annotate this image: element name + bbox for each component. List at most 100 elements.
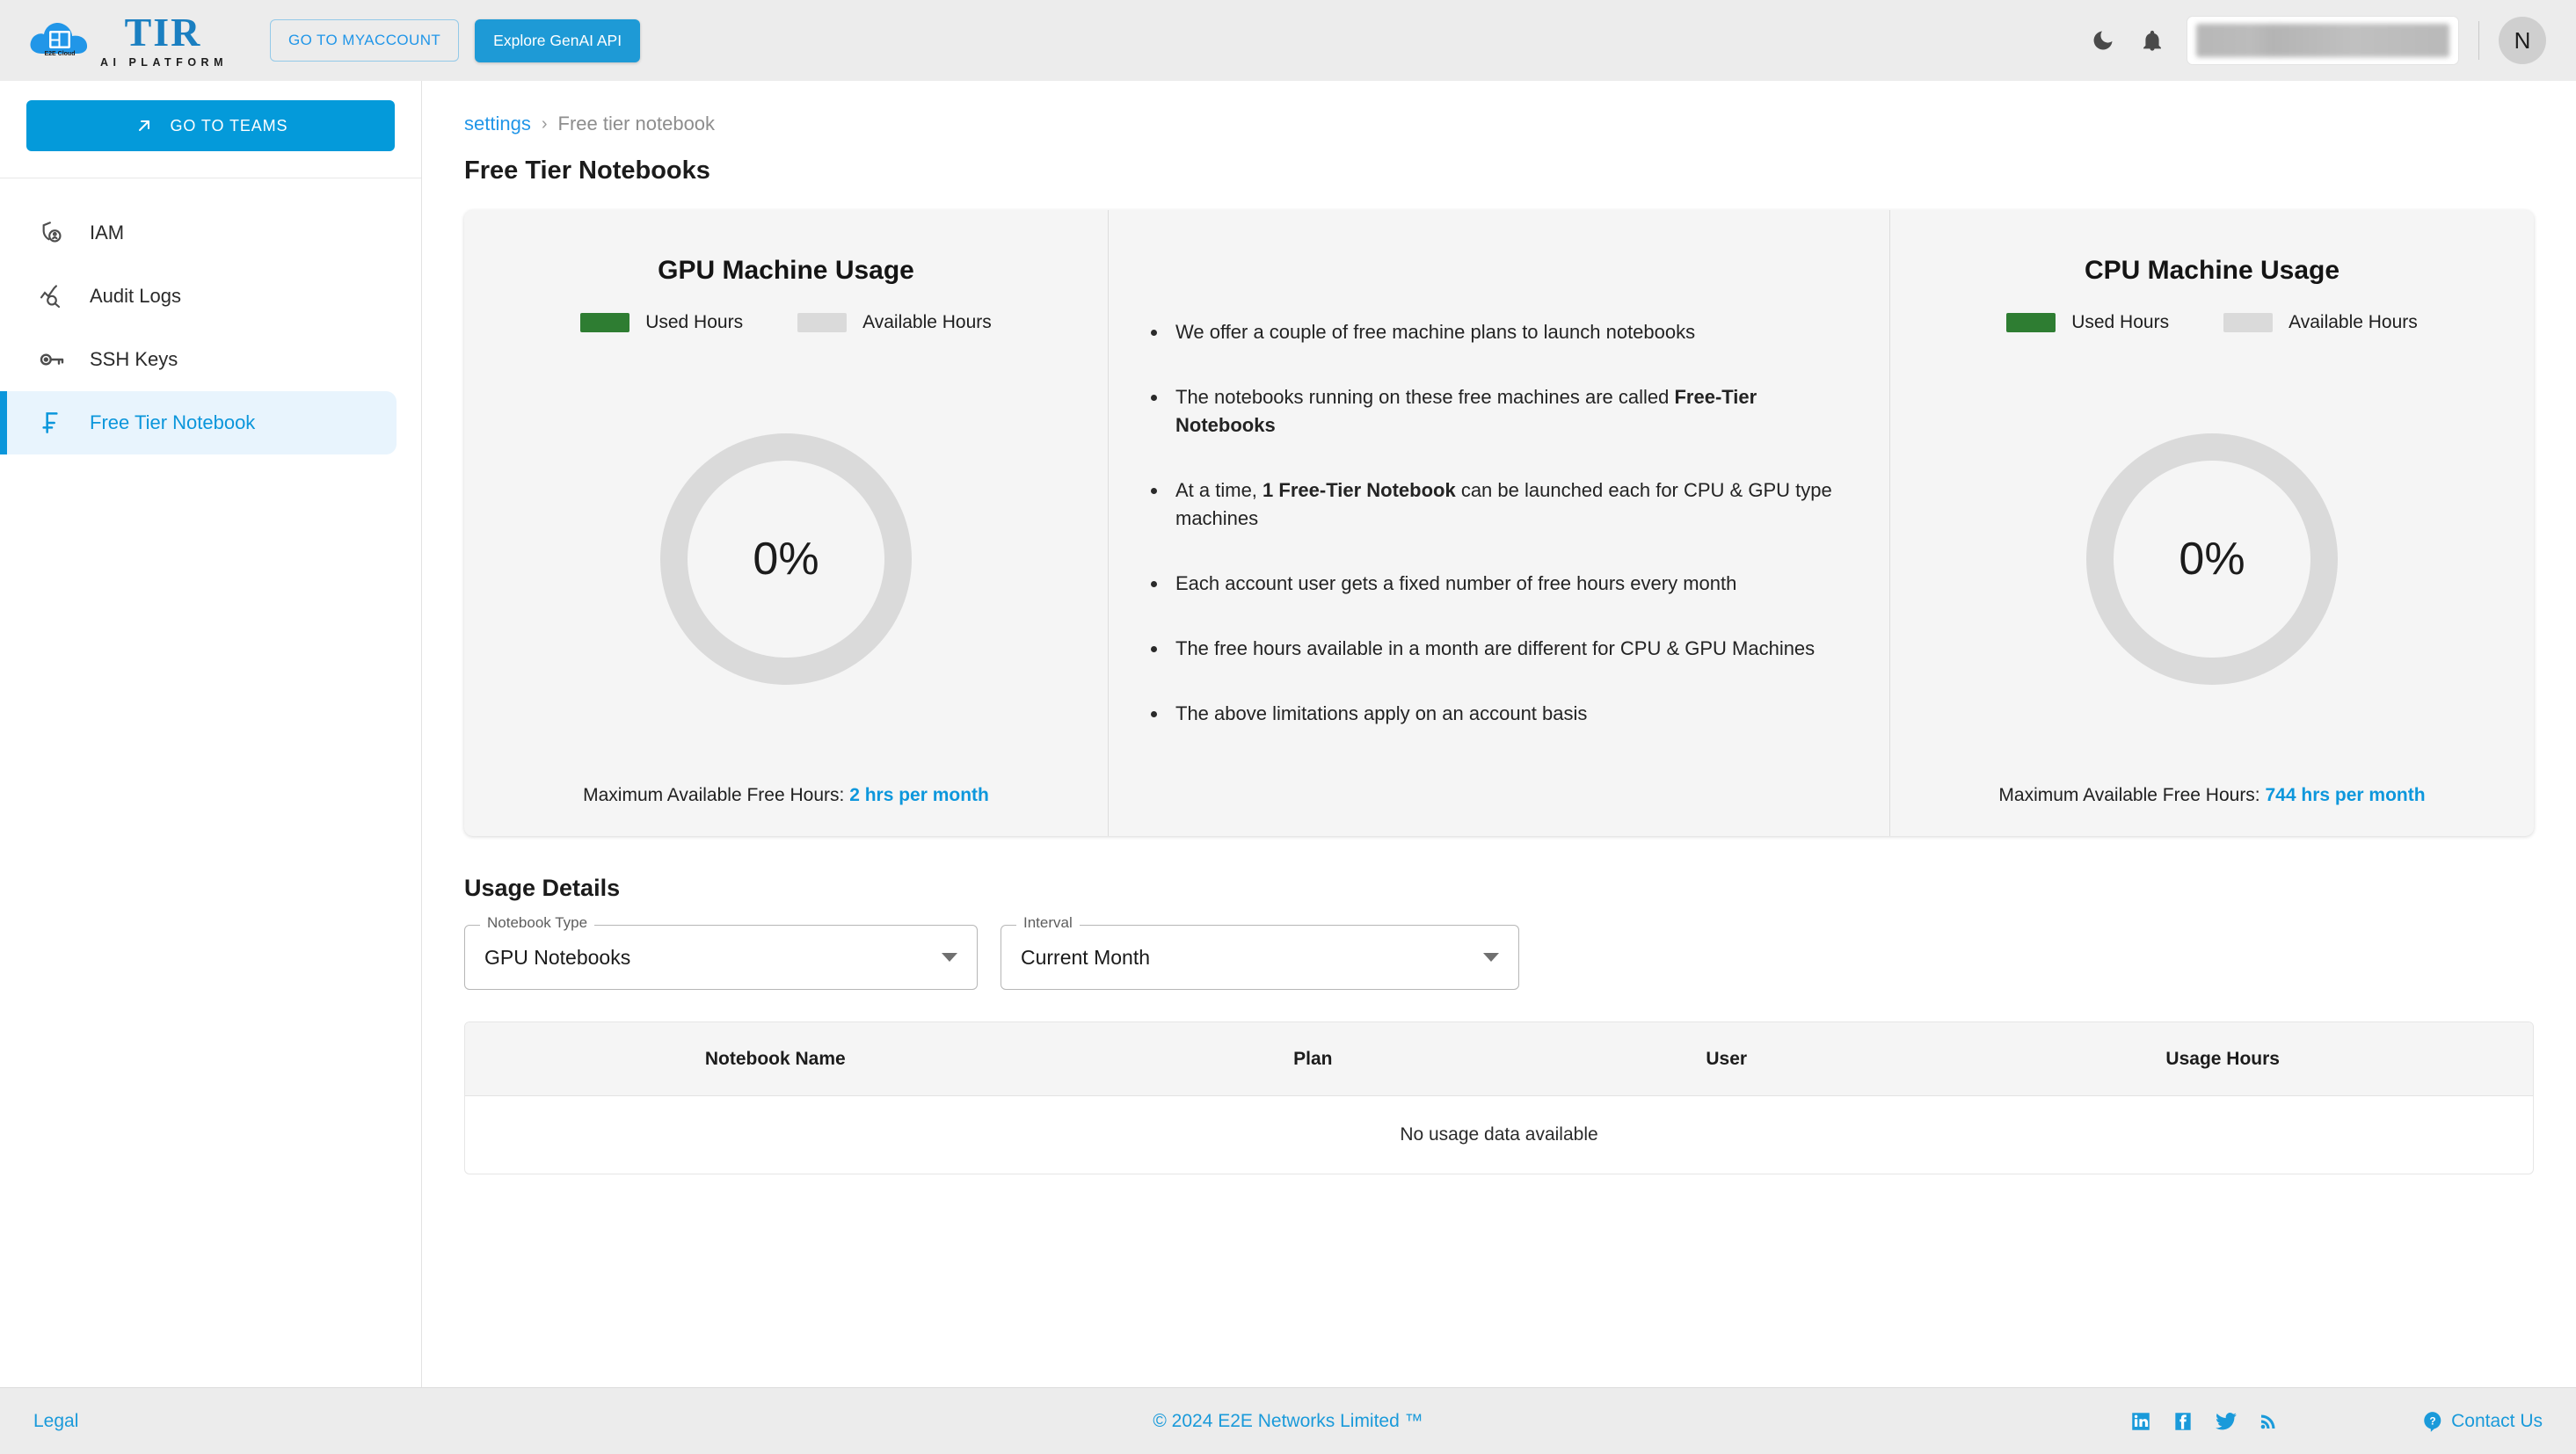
avatar[interactable]: N bbox=[2499, 17, 2546, 64]
bullet-text: The above limitations apply on an accoun… bbox=[1175, 702, 1588, 724]
cpu-donut-hole: 0% bbox=[2114, 461, 2310, 658]
column-header-plan: Plan bbox=[1293, 1048, 1333, 1069]
gpu-usage-panel: GPU Machine Usage Used Hours Available H… bbox=[464, 210, 1108, 836]
free-tier-info-panel: We offer a couple of free machine plans … bbox=[1108, 210, 1890, 836]
legend-label-available: Available Hours bbox=[2289, 312, 2418, 332]
column-header-usage-hours: Usage Hours bbox=[2165, 1048, 2280, 1069]
app-body: GO TO TEAMS IAM Audit Logs SSH Keys Free… bbox=[0, 81, 2576, 1387]
audit-chart-search-icon bbox=[37, 281, 67, 311]
logo-brand-text: TIR bbox=[124, 10, 202, 55]
list-item: The free hours available in a month are … bbox=[1146, 635, 1852, 663]
bullet-text: The free hours available in a month are … bbox=[1175, 636, 1816, 659]
legend-swatch-used bbox=[2006, 313, 2056, 332]
social-links bbox=[2129, 1410, 2279, 1433]
gpu-max-free-hours-label: Maximum Available Free Hours: bbox=[583, 785, 845, 805]
dark-mode-toggle[interactable] bbox=[2088, 25, 2118, 55]
header-divider bbox=[2478, 21, 2479, 60]
list-item: Each account user gets a fixed number of… bbox=[1146, 570, 1852, 598]
list-item: At a time, 1 Free-Tier Notebook can be l… bbox=[1146, 476, 1852, 533]
facebook-icon[interactable] bbox=[2172, 1410, 2194, 1433]
app-footer: Legal © 2024 E2E Networks Limited ™ ? Co… bbox=[0, 1387, 2576, 1454]
gpu-donut-wrap: 0% bbox=[660, 333, 912, 785]
shield-user-icon bbox=[37, 218, 67, 248]
gpu-max-free-hours: Maximum Available Free Hours: 2 hrs per … bbox=[583, 785, 989, 806]
interval-label: Interval bbox=[1016, 914, 1080, 932]
sidebar-item-label: IAM bbox=[90, 222, 125, 244]
go-to-myaccount-button[interactable]: GO TO MYACCOUNT bbox=[269, 19, 460, 62]
cpu-chart-legend: Used Hours Available Hours bbox=[2006, 312, 2418, 333]
gpu-chart-legend: Used Hours Available Hours bbox=[580, 312, 992, 333]
legend-swatch-used bbox=[580, 313, 630, 332]
cpu-max-free-hours: Maximum Available Free Hours: 744 hrs pe… bbox=[1998, 785, 2425, 806]
cpu-donut-wrap: 0% bbox=[2086, 333, 2338, 785]
gpu-usage-donut-chart: 0% bbox=[660, 433, 912, 685]
contact-us-label: Contact Us bbox=[2451, 1410, 2543, 1431]
usage-filters: GPU Notebooks Notebook Type Current Mont… bbox=[464, 914, 2534, 990]
column-header-notebook-name: Notebook Name bbox=[704, 1048, 846, 1069]
gpu-donut-hole: 0% bbox=[688, 461, 884, 658]
sidebar-item-iam[interactable]: IAM bbox=[0, 201, 397, 265]
gpu-panel-title: GPU Machine Usage bbox=[658, 256, 914, 285]
gpu-usage-percent: 0% bbox=[753, 534, 819, 585]
bullet-text: At a time, bbox=[1175, 479, 1263, 502]
legend-label-available: Available Hours bbox=[862, 312, 992, 332]
svg-text:?: ? bbox=[2429, 1414, 2435, 1427]
interval-value: Current Month bbox=[1021, 945, 1151, 969]
explore-genai-api-button[interactable]: Explore GenAI API bbox=[475, 18, 641, 62]
free-tier-f-icon bbox=[37, 408, 67, 438]
sidebar-item-audit-logs[interactable]: Audit Logs bbox=[0, 265, 397, 328]
cpu-max-free-hours-label: Maximum Available Free Hours: bbox=[1998, 785, 2260, 805]
account-info-field[interactable] bbox=[2187, 16, 2459, 65]
usage-details-title: Usage Details bbox=[464, 875, 621, 901]
table-empty-state: No usage data available bbox=[1400, 1124, 1598, 1145]
sidebar-item-label: Free Tier Notebook bbox=[90, 411, 256, 433]
list-item: The notebooks running on these free mach… bbox=[1146, 383, 1852, 440]
sidebar-header: GO TO TEAMS bbox=[0, 81, 421, 178]
cpu-usage-panel: CPU Machine Usage Used Hours Available H… bbox=[1890, 210, 2534, 836]
notebook-type-select[interactable]: GPU Notebooks bbox=[464, 925, 978, 990]
bullet-text: The notebooks running on these free mach… bbox=[1175, 386, 1675, 409]
sidebar-item-free-tier-notebook[interactable]: Free Tier Notebook bbox=[0, 391, 397, 454]
app-header: E2E Cloud TIR AI PLATFORM GO TO MYACCOUN… bbox=[0, 0, 2576, 81]
cpu-max-free-hours-value: 744 hrs per month bbox=[2265, 785, 2426, 805]
list-item: We offer a couple of free machine plans … bbox=[1146, 318, 1852, 346]
contact-us-link[interactable]: ? Contact Us bbox=[2421, 1410, 2543, 1433]
go-to-teams-label: GO TO TEAMS bbox=[170, 116, 288, 134]
notebook-type-field: GPU Notebooks Notebook Type bbox=[464, 914, 978, 990]
go-to-teams-button[interactable]: GO TO TEAMS bbox=[26, 100, 395, 151]
bullet-text: Each account user gets a fixed number of… bbox=[1175, 571, 1737, 594]
twitter-icon[interactable] bbox=[2214, 1410, 2238, 1433]
sidebar-item-ssh-keys[interactable]: SSH Keys bbox=[0, 328, 397, 391]
notebook-type-value: GPU Notebooks bbox=[484, 945, 631, 969]
usage-details-table: Notebook Name Plan User Usage Hours No u… bbox=[464, 1021, 2534, 1174]
page-title: Free Tier Notebooks bbox=[464, 156, 710, 185]
help-question-icon: ? bbox=[2424, 1411, 2441, 1432]
chevron-down-icon bbox=[1483, 953, 1499, 962]
breadcrumb-current: Free tier notebook bbox=[557, 113, 716, 134]
table-header-row: Notebook Name Plan User Usage Hours bbox=[465, 1022, 2533, 1096]
bullet-bold: 1 Free-Tier Notebook bbox=[1263, 479, 1456, 502]
tir-logo[interactable]: E2E Cloud TIR AI PLATFORM bbox=[26, 12, 228, 69]
free-tier-info-list: We offer a couple of free machine plans … bbox=[1146, 318, 1852, 727]
e2e-cloud-logo-icon: E2E Cloud bbox=[30, 23, 88, 57]
interval-select[interactable]: Current Month bbox=[1001, 925, 1519, 990]
sidebar-nav: IAM Audit Logs SSH Keys Free Tier Notebo… bbox=[0, 178, 421, 454]
cpu-usage-donut-chart: 0% bbox=[2086, 433, 2338, 685]
cpu-panel-title: CPU Machine Usage bbox=[2084, 256, 2340, 285]
bullet-text: We offer a couple of free machine plans … bbox=[1175, 321, 1696, 344]
rss-icon[interactable] bbox=[2258, 1410, 2279, 1433]
moon-icon bbox=[2093, 31, 2113, 50]
chevron-down-icon bbox=[942, 953, 957, 962]
sidebar-item-label: SSH Keys bbox=[90, 348, 178, 370]
copyright-label: © 2024 E2E Networks Limited ™ bbox=[1153, 1410, 1423, 1431]
legal-link[interactable]: Legal bbox=[33, 1411, 78, 1432]
breadcrumb: settings › Free tier notebook bbox=[464, 113, 2534, 135]
redacted-account-text bbox=[2196, 24, 2449, 57]
notifications-button[interactable] bbox=[2137, 25, 2167, 55]
sidebar: GO TO TEAMS IAM Audit Logs SSH Keys Free… bbox=[0, 81, 422, 1387]
linkedin-icon[interactable] bbox=[2129, 1410, 2152, 1433]
gpu-max-free-hours-value: 2 hrs per month bbox=[849, 785, 989, 805]
legend-swatch-available bbox=[797, 313, 848, 332]
key-icon bbox=[37, 345, 67, 374]
breadcrumb-settings-link[interactable]: settings bbox=[464, 113, 531, 135]
